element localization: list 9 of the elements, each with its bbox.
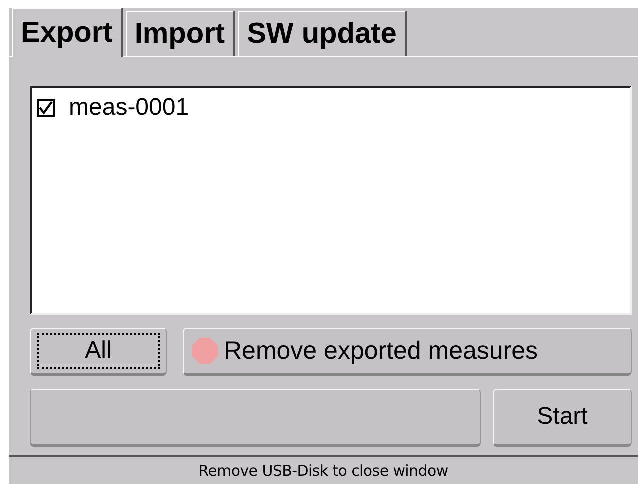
checkbox[interactable] [37,99,55,117]
tab[interactable]: SW update [238,11,407,56]
tab[interactable]: Import [126,11,236,56]
measure-name[interactable]: meas-0001 [69,94,190,122]
status-text: Remove USB-Disk to close window [198,462,448,480]
start-button[interactable]: Start [493,389,632,447]
tab[interactable]: Export [12,8,123,57]
all-button[interactable]: All [30,328,167,376]
remove-toggle-button[interactable]: Remove exported measures [183,328,632,376]
